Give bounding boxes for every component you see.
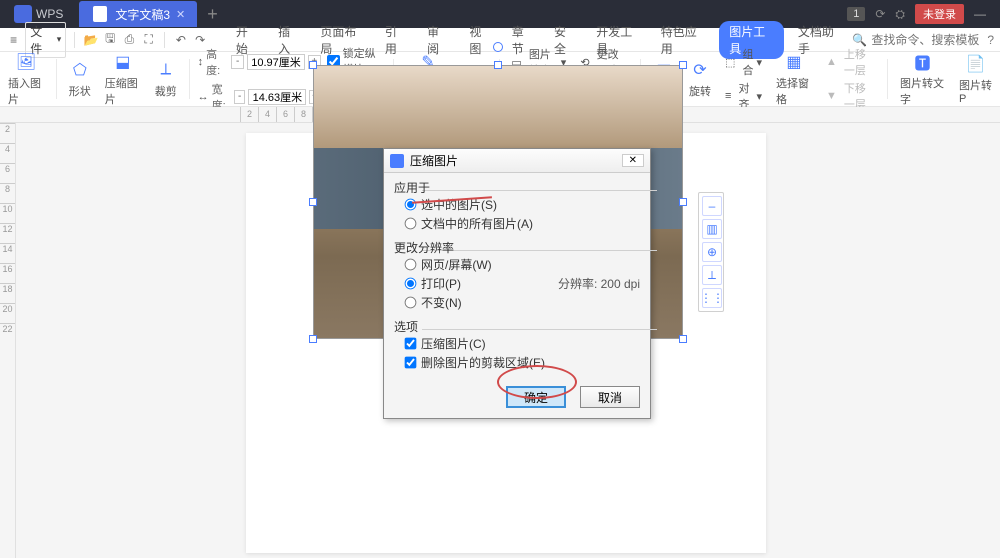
options-legend: 选项	[394, 318, 640, 335]
bring-forward-button: ▲ 上移一层	[822, 46, 879, 78]
pic-to-pdf-button[interactable]: 📄图片转P	[955, 53, 996, 105]
dialog-close-button[interactable]: ✕	[622, 154, 644, 167]
dialog-icon	[390, 154, 404, 168]
compress-icon: ⬓	[112, 51, 134, 73]
search-icon: 🔍	[852, 33, 867, 47]
resize-handle-ml[interactable]	[309, 198, 317, 206]
vertical-ruler: 246810121416182022	[0, 123, 16, 558]
height-input[interactable]	[247, 54, 305, 70]
radio-print[interactable]: 打印(P)分辨率: 200 dpi	[394, 274, 640, 293]
compress-picture-dialog: 压缩图片 ✕ 应用于 选中的图片(S) 文档中的所有图片(A) 更改分辨率 网页…	[383, 148, 651, 419]
radio-all-pictures[interactable]: 文档中的所有图片(A)	[394, 214, 640, 233]
resize-handle-mr[interactable]	[679, 198, 687, 206]
sync-icon[interactable]: ⟳	[875, 7, 885, 21]
resize-handle-tm[interactable]	[494, 61, 502, 69]
chevron-down-icon: ▾	[756, 90, 762, 103]
width-icon: ↔	[198, 91, 209, 103]
tab-close-icon[interactable]: ✕	[176, 8, 185, 21]
fb-zoom-icon[interactable]: ⊕	[702, 242, 722, 262]
new-tab-button[interactable]: +	[207, 4, 218, 25]
radio-selected-pictures[interactable]: 选中的图片(S)	[394, 195, 640, 214]
width-minus[interactable]: -	[234, 90, 245, 104]
rotate-button[interactable]: ⟳旋转	[685, 59, 715, 99]
help-icon[interactable]: ?	[987, 33, 994, 47]
ok-button[interactable]: 确定	[506, 386, 566, 408]
checkbox-compress[interactable]: 压缩图片(C)	[394, 334, 640, 353]
chevron-down-icon: ▾	[756, 56, 762, 69]
hamburger-icon[interactable]: ≡	[6, 32, 21, 48]
crop-button[interactable]: ⟂裁剪	[151, 59, 181, 99]
app-name: WPS	[36, 7, 63, 21]
image-floating-toolbar: – ▥ ⊕ ⟂ ⋮⋮	[698, 192, 724, 312]
up-layer-icon: ▲	[826, 56, 837, 68]
search-input[interactable]	[871, 33, 981, 47]
document-tab-label: 文字文稿3	[115, 6, 170, 23]
width-input[interactable]	[248, 89, 306, 105]
fb-more-icon[interactable]: ⋮⋮	[702, 288, 722, 308]
down-layer-icon: ▼	[826, 90, 837, 102]
print-icon[interactable]: ⎙	[122, 32, 137, 48]
shape-button[interactable]: ⬠形状	[65, 59, 95, 99]
resize-handle-tr[interactable]	[679, 61, 687, 69]
apply-to-legend: 应用于	[394, 179, 640, 196]
shape-icon: ⬠	[69, 59, 91, 81]
settings-icon[interactable]: ⛭	[895, 7, 905, 22]
fb-crop-icon[interactable]: ⟂	[702, 265, 722, 285]
radio-nochange[interactable]: 不变(N)	[394, 293, 640, 312]
pdf-icon: 📄	[964, 53, 986, 75]
rotation-handle[interactable]	[493, 42, 503, 52]
preview-icon[interactable]: ⛶	[141, 32, 156, 48]
height-icon: ↕	[198, 56, 204, 68]
insert-picture-button[interactable]: 🖼插入图片	[4, 51, 48, 107]
dialog-titlebar[interactable]: 压缩图片 ✕	[384, 149, 650, 173]
group-icon: ⬚	[725, 56, 735, 69]
height-label: 高度:	[206, 46, 228, 78]
resize-handle-tl[interactable]	[309, 61, 317, 69]
image-icon: 🖼	[15, 51, 37, 73]
app-brand: WPS	[6, 5, 71, 23]
height-minus[interactable]: -	[231, 55, 244, 69]
resolution-legend: 更改分辨率	[394, 239, 640, 256]
fb-layout-icon[interactable]: ▥	[702, 219, 722, 239]
tab-special[interactable]: 特色应用	[655, 21, 712, 59]
radio-web[interactable]: 网页/屏幕(W)	[394, 255, 640, 274]
chevron-down-icon: ▾	[57, 34, 62, 45]
wps-logo-icon	[14, 5, 32, 23]
search-box[interactable]: 🔍	[852, 33, 981, 47]
doc-icon	[91, 5, 109, 23]
pic-to-text-button[interactable]: 🆃图片转文字	[896, 51, 949, 107]
ocr-icon: 🆃	[911, 51, 933, 73]
undo-icon[interactable]: ↶	[173, 32, 188, 48]
select-pane-button[interactable]: ▦选择窗格	[772, 51, 816, 107]
minimize-icon[interactable]: —	[974, 7, 986, 21]
resize-handle-bl[interactable]	[309, 335, 317, 343]
crop-icon: ⟂	[155, 59, 177, 81]
document-tab[interactable]: 文字文稿3 ✕	[79, 1, 197, 27]
compress-picture-button[interactable]: ⬓压缩图片	[101, 51, 145, 107]
titlebar-index[interactable]: 1	[847, 7, 865, 21]
align-icon: ≡	[725, 90, 731, 102]
cancel-button[interactable]: 取消	[580, 386, 640, 408]
pane-icon: ▦	[783, 51, 805, 73]
open-icon[interactable]: 📂	[83, 32, 98, 48]
resize-handle-br[interactable]	[679, 335, 687, 343]
combine-button[interactable]: ⬚ 组合▾	[721, 46, 766, 78]
checkbox-crop-area[interactable]: 删除图片的剪裁区域(E)	[394, 353, 640, 372]
save-icon[interactable]: 🖫	[103, 32, 118, 48]
fb-minus-icon[interactable]: –	[702, 196, 722, 216]
size-controls: ↕ 高度: - + ↔ 宽度: - +	[198, 46, 321, 113]
tab-view[interactable]: 视图	[463, 21, 497, 59]
dialog-title: 压缩图片	[410, 152, 458, 169]
rotate-icon: ⟳	[689, 59, 711, 81]
login-button[interactable]: 未登录	[915, 4, 964, 24]
